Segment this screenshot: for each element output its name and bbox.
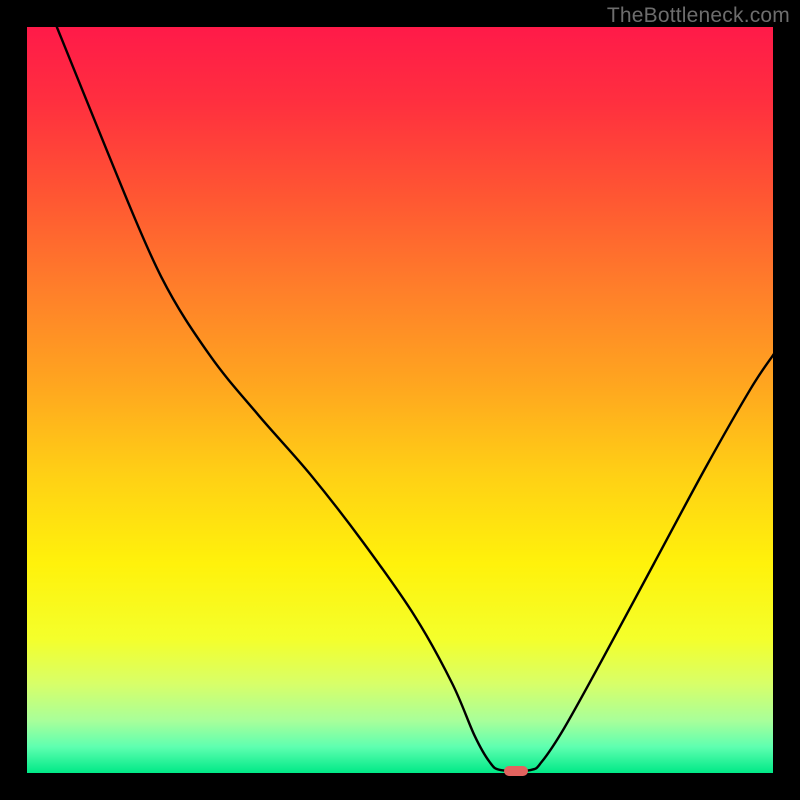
plot-area <box>27 27 773 773</box>
optimal-marker <box>504 766 528 776</box>
bottleneck-curve <box>27 27 773 773</box>
watermark-text: TheBottleneck.com <box>607 4 790 28</box>
chart-frame: TheBottleneck.com <box>0 0 800 800</box>
